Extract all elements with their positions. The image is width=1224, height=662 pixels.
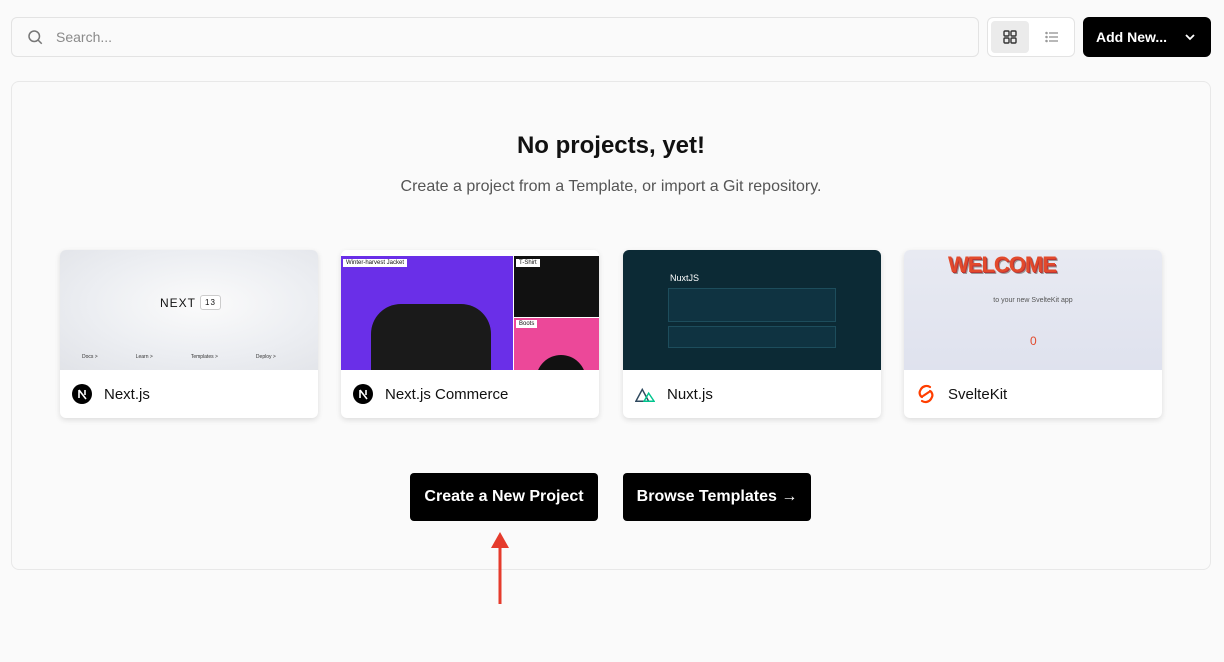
preview-text: to your new SvelteKit app xyxy=(993,297,1073,304)
template-card-footer: SvelteKit xyxy=(904,370,1162,418)
preview-label: Winter-harvest Jacket xyxy=(343,259,408,267)
annotation-arrow-icon xyxy=(491,532,509,604)
template-name: Next.js xyxy=(104,385,150,403)
nextjs-logo-icon xyxy=(72,384,92,404)
list-view-button[interactable] xyxy=(1033,21,1071,53)
template-card-footer: Next.js xyxy=(60,370,318,418)
preview-brand: NEXT 13 xyxy=(160,295,221,310)
preview-headline: WELCOME xyxy=(948,252,1057,277)
chevron-down-icon xyxy=(1185,34,1195,41)
preview-links: Docs > Learn > Templates > Deploy > xyxy=(82,354,276,360)
grid-view-button[interactable] xyxy=(991,21,1029,53)
template-preview: NEXT 13 Docs > Learn > Templates > Deplo… xyxy=(60,250,318,370)
template-name: Next.js Commerce xyxy=(385,385,509,403)
preview-link: Docs > xyxy=(82,354,98,360)
template-card-nuxtjs[interactable]: NuxtJS Nuxt.js xyxy=(623,250,881,418)
nextjs-logo-icon xyxy=(353,384,373,404)
search-bar[interactable] xyxy=(11,17,979,57)
preview-brand: NuxtJS xyxy=(670,273,700,283)
add-new-label: Add New... xyxy=(1096,29,1168,45)
template-preview: Winter-harvest Jacket T-Shirt Boots xyxy=(341,250,599,370)
template-card-nextjs[interactable]: NEXT 13 Docs > Learn > Templates > Deplo… xyxy=(60,250,318,418)
preview-label: T-Shirt xyxy=(516,259,540,267)
preview-link: Deploy > xyxy=(255,354,276,360)
template-card-footer: Next.js Commerce xyxy=(341,370,599,418)
template-preview: WELCOME to your new SvelteKit app 0 xyxy=(904,250,1162,370)
empty-state-panel: No projects, yet! Create a project from … xyxy=(11,81,1211,570)
preview-counter: 0 xyxy=(1030,334,1037,348)
preview-label: Boots xyxy=(516,320,538,328)
template-card-nextjs-commerce[interactable]: Winter-harvest Jacket T-Shirt Boots Next… xyxy=(341,250,599,418)
preview-link: Learn > xyxy=(135,354,153,360)
preview-version-badge: 13 xyxy=(200,295,221,310)
preview-box xyxy=(668,326,836,348)
search-icon xyxy=(28,30,43,45)
preview-jacket-image xyxy=(371,304,491,370)
search-input[interactable] xyxy=(56,29,936,45)
template-preview: NuxtJS xyxy=(623,250,881,370)
template-card-sveltekit[interactable]: WELCOME to your new SvelteKit app 0 Svel… xyxy=(904,250,1162,418)
create-new-project-button[interactable]: Create a New Project xyxy=(410,473,598,521)
template-card-footer: Nuxt.js xyxy=(623,370,881,418)
empty-state-title: No projects, yet! xyxy=(516,132,706,159)
add-new-button[interactable]: Add New... xyxy=(1083,17,1211,57)
preview-brand-text: NEXT xyxy=(160,295,197,310)
template-name: SvelteKit xyxy=(948,385,1008,403)
nuxt-logo-icon xyxy=(635,384,655,404)
template-name: Nuxt.js xyxy=(667,385,713,403)
browse-templates-button[interactable]: Browse Templates → xyxy=(623,473,811,521)
svelte-logo-icon xyxy=(916,384,936,404)
empty-state-subtitle: Create a project from a Template, or imp… xyxy=(400,178,822,195)
grid-icon xyxy=(1003,30,1017,44)
view-toggle xyxy=(987,17,1075,57)
preview-link: Templates > xyxy=(190,354,218,360)
preview-box xyxy=(668,288,836,322)
list-icon xyxy=(1045,31,1058,43)
